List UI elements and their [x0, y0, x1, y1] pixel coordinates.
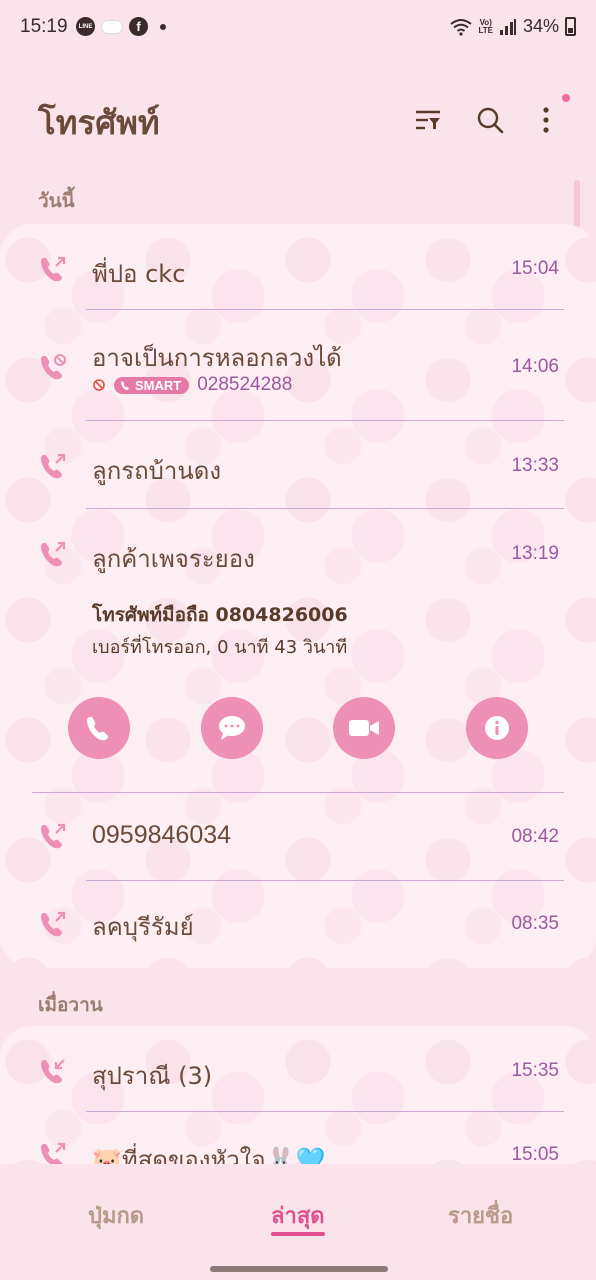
detail-phone-line: โทรศัพท์มือถือ 0804826006 — [92, 604, 348, 626]
more-notifications-icon — [160, 23, 166, 30]
outgoing-call-icon — [41, 823, 66, 849]
contact-name: 🐷ที่สุดของหัวใจ🐰🩵 — [92, 1146, 326, 1164]
section-header-today: วันนี้ — [38, 190, 75, 212]
call-time: 13:33 — [511, 455, 559, 476]
yesterday-call-card: สุปราณี (3) 15:35 🐷ที่สุดของหัวใจ🐰🩵 15:0… — [0, 1026, 596, 1164]
call-time: 15:05 — [511, 1144, 559, 1164]
block-icon — [93, 379, 105, 391]
outgoing-call-icon — [41, 541, 66, 567]
call-log-item[interactable]: พี่ปอ ckc 15:04 — [0, 224, 596, 310]
caller-number: 028524288 — [197, 374, 293, 395]
call-log-item[interactable]: ลคบุรีรัมย์ 08:35 — [0, 881, 596, 968]
call-log-item[interactable]: ลูกรถบ้านดง 13:33 — [0, 421, 596, 509]
home-indicator[interactable] — [210, 1266, 388, 1272]
filter-button[interactable] — [410, 102, 446, 138]
outgoing-call-icon — [41, 453, 66, 479]
system-status: Vo) LTE 34% — [450, 16, 576, 37]
smart-badge: SMART — [114, 376, 190, 394]
phone-icon — [87, 717, 108, 741]
call-time: 08:35 — [511, 913, 559, 934]
info-button[interactable] — [466, 697, 528, 759]
bottom-navigation: ปุ่มกด ล่าสุด รายชื่อ — [0, 1190, 596, 1250]
contact-name: ลูกรถบ้านดง — [92, 457, 222, 485]
call-time: 13:19 — [511, 543, 559, 564]
volte-icon: Vo) LTE — [478, 17, 493, 35]
outgoing-call-icon — [41, 1142, 66, 1164]
section-header-yesterday: เมื่อวาน — [38, 994, 103, 1016]
contact-name: อาจเป็นการหลอกลวงได้ — [92, 344, 342, 372]
contact-name: พี่ปอ ckc — [92, 260, 186, 288]
tab-keypad[interactable]: ปุ่มกด — [88, 1198, 144, 1233]
phone-icon — [121, 380, 129, 390]
call-button[interactable] — [68, 697, 130, 759]
line-app-icon: LINE — [76, 17, 95, 36]
call-log-item[interactable]: 0959846034 08:42 — [0, 793, 596, 881]
page-title: โทรศัพท์ — [38, 103, 160, 142]
contact-name: 0959846034 — [92, 821, 232, 849]
signal-icon — [499, 18, 516, 35]
tab-contacts[interactable]: รายชื่อ — [448, 1198, 513, 1233]
outgoing-call-icon — [41, 911, 66, 937]
message-icon — [219, 716, 245, 740]
status-time: 15:19 — [20, 16, 68, 37]
scrollbar[interactable] — [574, 180, 580, 228]
notification-pill-icon — [101, 19, 123, 34]
facebook-icon: f — [129, 17, 148, 36]
call-log-item[interactable]: อาจเป็นการหลอกลวงได้ 14:06 — [0, 310, 596, 421]
detail-call-info: เบอร์ที่โทรออก, 0 นาที 43 วินาที — [92, 637, 348, 658]
filter-icon — [416, 110, 440, 130]
call-log-item[interactable]: สุปราณี (3) 15:35 — [0, 1026, 596, 1112]
call-time: 14:06 — [511, 356, 559, 377]
tab-recents[interactable]: ล่าสุด — [271, 1198, 325, 1233]
call-time: 08:42 — [511, 826, 559, 847]
app-bar: โทรศัพท์ — [0, 90, 596, 150]
message-button[interactable] — [201, 697, 263, 759]
search-button[interactable] — [472, 102, 508, 138]
status-bar: 15:19 LINE f Vo) LTE 34% — [0, 0, 596, 56]
contact-name: สุปราณี (3) — [92, 1062, 213, 1090]
call-time: 15:35 — [511, 1060, 559, 1081]
video-icon — [349, 720, 379, 736]
battery-icon — [565, 17, 576, 36]
call-log-item[interactable]: 🐷ที่สุดของหัวใจ🐰🩵 15:05 — [0, 1112, 596, 1164]
search-icon — [477, 107, 504, 134]
call-time: 15:04 — [511, 258, 559, 279]
info-icon — [485, 716, 509, 740]
notification-icons: LINE f — [76, 17, 166, 36]
today-call-card: พี่ปอ ckc 15:04 อาจเป็นการหลอกลวงได้ 14:… — [0, 224, 596, 968]
spam-info-line: SMART 028524288 — [92, 374, 292, 396]
contact-name: ลูกค้าเพจระยอง — [92, 545, 255, 573]
outgoing-call-icon — [41, 256, 66, 282]
wifi-icon — [450, 18, 473, 36]
incoming-call-icon — [41, 1059, 65, 1084]
contact-name: ลคบุรีรัมย์ — [92, 913, 194, 941]
more-vertical-icon — [543, 107, 549, 133]
battery-percentage: 34% — [522, 16, 559, 36]
video-call-button[interactable] — [333, 697, 395, 759]
notification-badge — [562, 94, 570, 102]
more-options-button[interactable] — [528, 102, 564, 138]
blocked-call-icon — [41, 354, 66, 380]
active-tab-indicator — [271, 1232, 325, 1236]
